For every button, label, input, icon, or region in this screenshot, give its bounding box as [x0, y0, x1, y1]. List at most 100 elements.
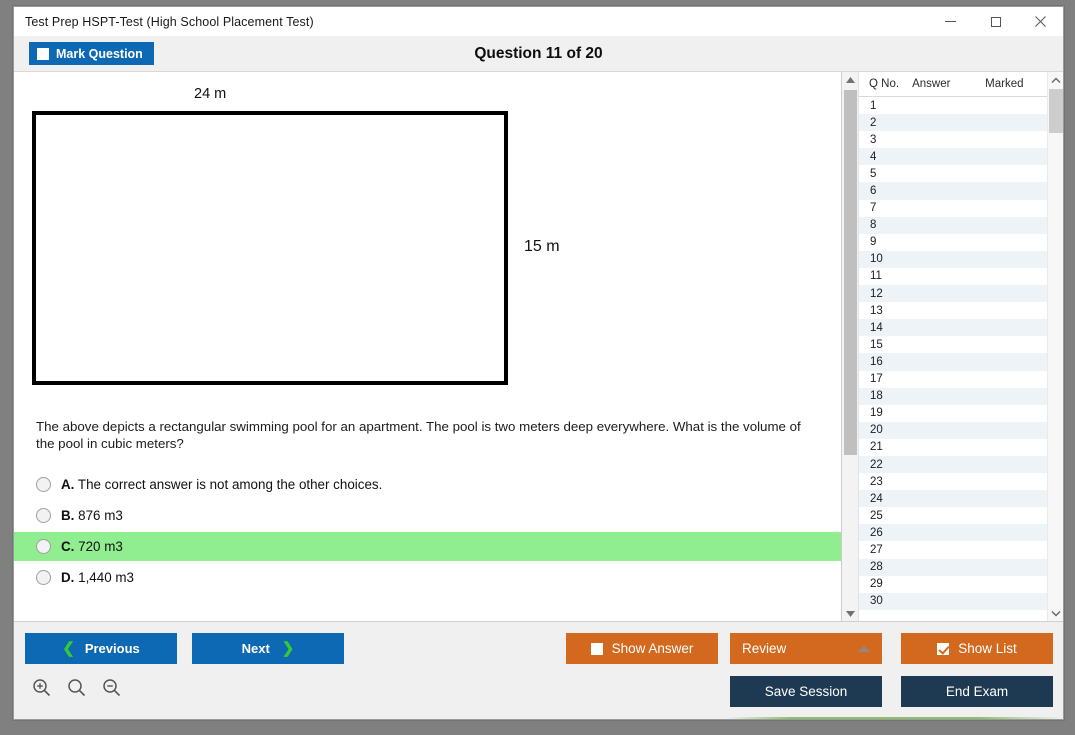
- column-header-qno: Q No.: [869, 78, 900, 90]
- question-number-cell: 12: [870, 287, 883, 300]
- zoom-out-icon[interactable]: [98, 674, 124, 700]
- answer-option-b-label: B. 876 m3: [61, 508, 123, 523]
- list-scroll-up-icon[interactable]: [1048, 72, 1063, 88]
- question-list-row[interactable]: 12: [859, 285, 1047, 303]
- diagram-height-label: 15 m: [524, 238, 560, 255]
- end-exam-button[interactable]: End Exam: [901, 676, 1053, 707]
- question-list-row[interactable]: 27: [859, 541, 1047, 559]
- question-list-row[interactable]: 13: [859, 302, 1047, 320]
- maximize-icon[interactable]: [973, 7, 1018, 36]
- zoom-reset-icon[interactable]: [63, 674, 89, 700]
- question-list-row[interactable]: 9: [859, 233, 1047, 251]
- radio-button-a[interactable]: [36, 477, 51, 492]
- show-list-button[interactable]: Show List: [901, 633, 1053, 664]
- question-list-row[interactable]: 11: [859, 267, 1047, 286]
- question-list-row[interactable]: 17: [859, 370, 1047, 388]
- question-list-row[interactable]: 7: [859, 199, 1047, 217]
- inner-scrollbar[interactable]: [1047, 72, 1063, 621]
- radio-button-d[interactable]: [36, 570, 51, 585]
- question-number-cell: 10: [870, 253, 883, 266]
- question-list-row[interactable]: 23: [859, 473, 1047, 491]
- question-list-inner: Q No. Answer Marked 1 2 3 4 5 6 7 8 9 10 11 12 13 14 1…: [859, 72, 1047, 621]
- question-number-cell: 4: [870, 150, 877, 163]
- previous-button[interactable]: ❮ Previous: [25, 633, 177, 664]
- question-list-row[interactable]: 10: [859, 250, 1047, 268]
- answer-options-list: A. The correct answer is not among the o…: [14, 470, 841, 592]
- question-number-cell: 6: [870, 185, 877, 198]
- question-list-row[interactable]: 8: [859, 216, 1047, 234]
- question-list-row[interactable]: 18: [859, 387, 1047, 405]
- question-number-cell: 2: [870, 116, 877, 129]
- show-answer-checkbox[interactable]: [590, 642, 603, 655]
- question-list-row[interactable]: 26: [859, 524, 1047, 542]
- question-number-cell: 26: [870, 526, 883, 539]
- question-list-row[interactable]: 29: [859, 575, 1047, 593]
- mark-question-label: Mark Question: [56, 46, 143, 61]
- footer-toolbar: ❮ Previous Next ❯ Show Answer Review Sho…: [14, 621, 1063, 719]
- save-session-button[interactable]: Save Session: [730, 676, 882, 707]
- review-dropdown[interactable]: Review: [730, 633, 882, 664]
- question-number-cell: 13: [870, 304, 883, 317]
- question-number-cell: 7: [870, 202, 877, 215]
- question-list-row[interactable]: 5: [859, 165, 1047, 183]
- outer-scrollbar[interactable]: [842, 72, 859, 621]
- answer-option-b[interactable]: B. 876 m3: [14, 501, 841, 530]
- scroll-up-icon[interactable]: [842, 72, 859, 87]
- show-answer-label: Show Answer: [611, 641, 694, 656]
- title-bar: Test Prep HSPT-Test (High School Placeme…: [14, 7, 1063, 36]
- question-list-row[interactable]: 4: [859, 148, 1047, 166]
- mark-question-button[interactable]: Mark Question: [29, 42, 154, 65]
- answer-option-a-label: A. The correct answer is not among the o…: [61, 477, 383, 492]
- outer-scrollbar-thumb[interactable]: [844, 90, 857, 455]
- exam-header-bar: Mark Question Question 11 of 20: [14, 36, 1063, 72]
- question-number-cell: 18: [870, 390, 883, 403]
- question-list-row[interactable]: 30: [859, 592, 1047, 610]
- question-list-rows: 1 2 3 4 5 6 7 8 9 10 11 12 13 14 15 16 17 18 19 20 21 22 23 24 2…: [859, 97, 1047, 621]
- chevron-left-icon: ❮: [62, 640, 75, 657]
- next-button[interactable]: Next ❯: [192, 633, 344, 664]
- question-list-row[interactable]: 15: [859, 336, 1047, 354]
- answer-option-d[interactable]: D. 1,440 m3: [14, 563, 841, 592]
- question-list-row[interactable]: 25: [859, 507, 1047, 525]
- question-list-row[interactable]: 21: [859, 438, 1047, 456]
- answer-option-a[interactable]: A. The correct answer is not among the o…: [14, 470, 841, 499]
- question-list-row[interactable]: 28: [859, 558, 1047, 576]
- question-number-cell: 16: [870, 355, 883, 368]
- mark-question-checkbox[interactable]: [37, 47, 49, 60]
- question-number-cell: 11: [870, 270, 882, 283]
- chevron-up-icon: [858, 645, 870, 652]
- minimize-icon[interactable]: [928, 7, 973, 36]
- show-list-checkbox[interactable]: [937, 642, 950, 655]
- radio-button-c[interactable]: [36, 539, 51, 554]
- question-list-row[interactable]: 2: [859, 114, 1047, 132]
- question-number-cell: 29: [870, 578, 883, 591]
- zoom-in-icon[interactable]: [28, 674, 54, 700]
- answer-option-c[interactable]: C. 720 m3: [14, 532, 841, 561]
- diagram-width-label: 24 m: [194, 86, 227, 102]
- question-list-row[interactable]: 19: [859, 404, 1047, 422]
- inner-scrollbar-thumb[interactable]: [1049, 89, 1063, 133]
- question-list-row[interactable]: 14: [859, 319, 1047, 337]
- question-list-row[interactable]: 20: [859, 421, 1047, 439]
- status-accent-line: [14, 717, 1063, 719]
- question-content-pane: 24 m 15 m The above depicts a rectangula…: [14, 72, 841, 621]
- question-list-row[interactable]: 1: [859, 97, 1047, 115]
- show-answer-button[interactable]: Show Answer: [566, 633, 718, 664]
- end-exam-label: End Exam: [945, 684, 1009, 699]
- question-number-cell: 17: [870, 373, 883, 386]
- question-list-row[interactable]: 22: [859, 455, 1047, 474]
- question-list-row[interactable]: 6: [859, 182, 1047, 200]
- window-title: Test Prep HSPT-Test (High School Placeme…: [25, 14, 314, 29]
- question-list-row[interactable]: 3: [859, 131, 1047, 149]
- question-number-cell: 5: [870, 167, 877, 180]
- close-icon[interactable]: [1018, 7, 1063, 36]
- radio-button-b[interactable]: [36, 508, 51, 523]
- question-number-cell: 27: [870, 543, 883, 556]
- question-list-row[interactable]: 24: [859, 490, 1047, 508]
- scroll-down-icon[interactable]: [842, 606, 859, 621]
- list-scroll-down-icon[interactable]: [1048, 605, 1063, 621]
- application-window: Test Prep HSPT-Test (High School Placeme…: [13, 6, 1064, 720]
- exam-body: 24 m 15 m The above depicts a rectangula…: [14, 72, 1063, 621]
- question-list-header: Q No. Answer Marked: [859, 72, 1047, 97]
- question-list-row[interactable]: 16: [859, 353, 1047, 371]
